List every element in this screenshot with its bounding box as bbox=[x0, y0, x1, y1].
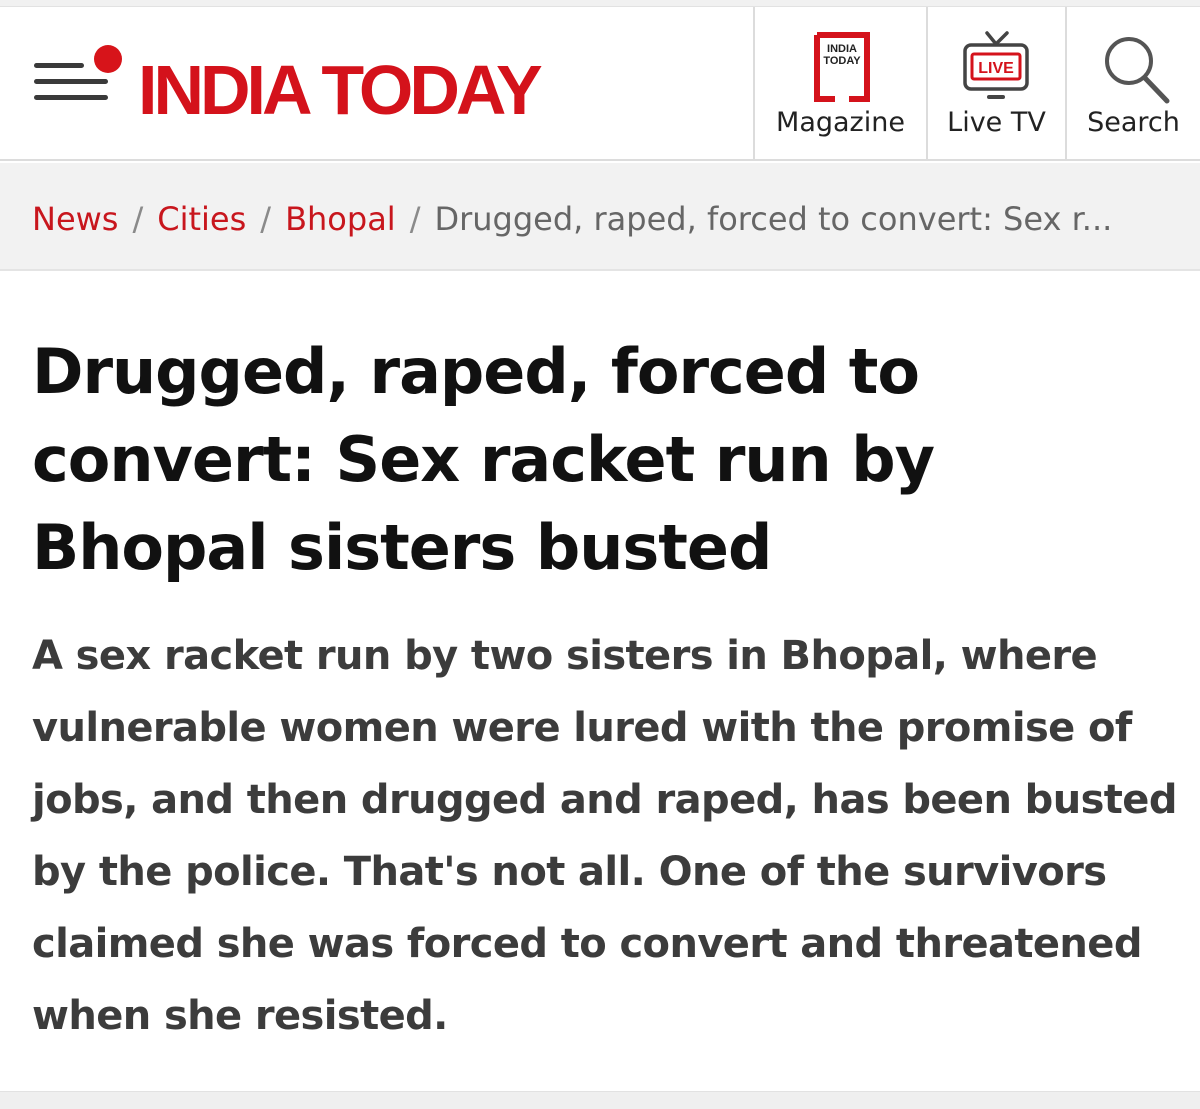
search-label: Search bbox=[1087, 107, 1180, 138]
menu-bar bbox=[34, 95, 108, 100]
breadcrumb-bhopal-link[interactable]: Bhopal bbox=[285, 200, 396, 238]
site-logo[interactable]: INDIA TODAY bbox=[138, 49, 543, 131]
menu-bar bbox=[34, 79, 108, 84]
svg-text:INDIA: INDIA bbox=[827, 43, 857, 55]
magazine-link[interactable]: INDIA TODAY Magazine bbox=[753, 7, 926, 159]
svg-text:TODAY: TODAY bbox=[823, 55, 861, 67]
svg-text:LIVE: LIVE bbox=[978, 60, 1014, 77]
breadcrumb: News / Cities / Bhopal / Drugged, raped, force… bbox=[0, 163, 1200, 271]
search-icon bbox=[1105, 37, 1170, 104]
breadcrumb-current-page: Drugged, raped, forced to convert: Sex r… bbox=[434, 200, 1113, 238]
article-headline: Drugged, raped, forced to convert: Sex r… bbox=[32, 335, 935, 584]
live-tv-link[interactable]: LIVE Live TV bbox=[926, 7, 1065, 159]
breadcrumb-cities-link[interactable]: Cities bbox=[157, 200, 246, 238]
breadcrumb-separator: / bbox=[409, 200, 421, 238]
search-button[interactable]: Search bbox=[1065, 7, 1200, 159]
magazine-icon: INDIA TODAY bbox=[814, 32, 870, 102]
hamburger-menu-button[interactable] bbox=[34, 45, 130, 115]
live-tv-label: Live TV bbox=[947, 107, 1046, 138]
live-tv-icon: LIVE bbox=[963, 31, 1029, 99]
breadcrumb-trail: News / Cities / Bhopal / Drugged, raped, force… bbox=[32, 199, 1172, 239]
notification-dot-icon bbox=[94, 45, 122, 73]
breadcrumb-separator: / bbox=[260, 200, 272, 238]
menu-bar bbox=[34, 63, 84, 68]
bottom-divider bbox=[0, 1091, 1200, 1109]
article-summary: A sex racket run by two sisters in Bhopa… bbox=[32, 633, 1177, 1039]
breadcrumb-news-link[interactable]: News bbox=[32, 200, 118, 238]
magazine-label: Magazine bbox=[776, 107, 905, 138]
site-header: INDIA TODAY INDIA TODAY Magazine LIVE Li… bbox=[0, 7, 1200, 161]
top-divider bbox=[0, 0, 1200, 7]
breadcrumb-separator: / bbox=[132, 200, 144, 238]
